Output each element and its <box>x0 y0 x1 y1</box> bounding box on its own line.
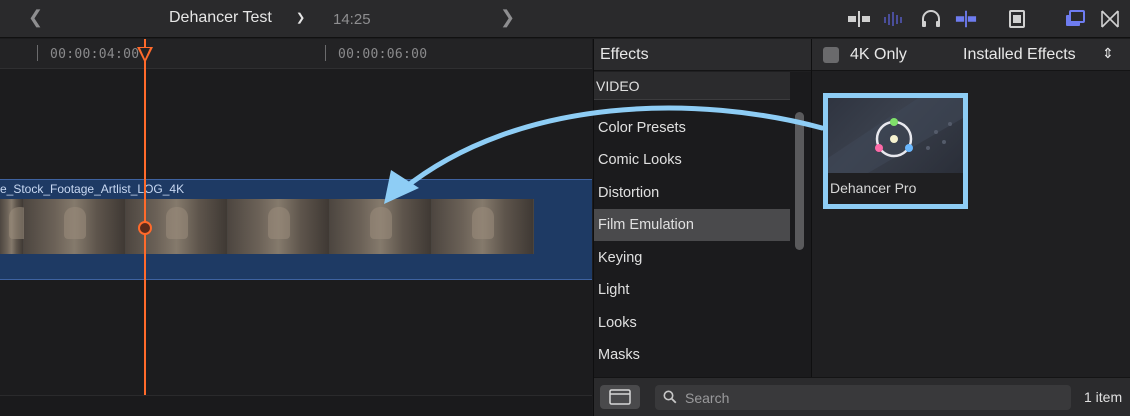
category-item-distortion[interactable]: Distortion <box>594 177 790 209</box>
category-item-color-presets[interactable]: Color Presets <box>594 112 790 144</box>
snapping-icon[interactable] <box>955 9 977 29</box>
clip-filmstrip <box>0 199 592 254</box>
project-name[interactable]: Dehancer Test <box>169 9 272 27</box>
playhead-handle-inner <box>140 48 150 59</box>
search-box[interactable] <box>655 385 1071 410</box>
category-item-looks[interactable]: Looks <box>594 307 790 339</box>
category-item-comic-looks[interactable]: Comic Looks <box>594 144 790 176</box>
category-scrollbar[interactable] <box>795 112 804 250</box>
browser-toggle-icon[interactable] <box>1064 9 1086 29</box>
chevron-down-icon[interactable]: ❯ <box>296 11 305 24</box>
item-count: 1 item <box>1084 389 1123 405</box>
transitions-browser-icon[interactable] <box>1099 9 1121 29</box>
category-item-film-emulation[interactable]: Film Emulation <box>594 209 790 241</box>
ruler-tick <box>325 45 326 61</box>
back-arrow-icon[interactable]: ❮ <box>28 7 43 28</box>
timeline[interactable]: 00:00:04:00 00:00:06:00 e_Stock_Footage_… <box>0 39 592 416</box>
updown-chevron-icon[interactable]: ⇕ <box>1102 45 1114 62</box>
clip-frame <box>330 199 432 254</box>
clip-frame <box>24 199 126 254</box>
effect-name: Dehancer Pro <box>830 180 917 196</box>
project-duration: 14:25 <box>333 11 371 28</box>
clip-frame <box>432 199 534 254</box>
clip-frame <box>228 199 330 254</box>
effect-thumbnail <box>828 98 963 173</box>
search-input[interactable] <box>685 388 1055 407</box>
ruler-tick <box>37 45 38 61</box>
search-icon <box>663 390 677 404</box>
timeline-footer <box>0 395 592 416</box>
category-section-header[interactable]: VIDEO <box>594 72 790 100</box>
sidebar-icon <box>609 389 631 405</box>
sidebar-toggle-button[interactable] <box>600 385 640 409</box>
clip-frame <box>0 199 32 254</box>
headphones-icon[interactable] <box>920 9 942 29</box>
effects-header: Effects 4K Only Installed Effects ⇕ <box>594 39 1130 71</box>
ruler-timecode: 00:00:04:00 <box>50 47 140 62</box>
timeline-ruler[interactable]: 00:00:04:00 00:00:06:00 <box>0 39 592 69</box>
clip-appearance-icon[interactable] <box>1006 9 1028 29</box>
category-item-light[interactable]: Light <box>594 274 790 306</box>
video-clip[interactable]: e_Stock_Footage_Artlist_LOG_4K <box>0 179 592 280</box>
effects-category-list: VIDEO Color Presets Comic Looks Distorti… <box>594 72 811 377</box>
skimming-icon[interactable] <box>848 9 870 29</box>
effects-title: Effects <box>600 46 649 63</box>
effects-browser: Effects 4K Only Installed Effects ⇕ VIDE… <box>593 39 1130 416</box>
effect-item-dehancer-pro[interactable]: Dehancer Pro <box>823 93 968 209</box>
forward-arrow-icon[interactable]: ❯ <box>500 7 515 28</box>
ruler-timecode: 00:00:06:00 <box>338 47 428 62</box>
four-k-only-label[interactable]: 4K Only <box>850 46 907 64</box>
dehancer-logo-icon <box>828 98 963 173</box>
effects-footer: 1 item <box>594 377 1130 416</box>
installed-effects-select[interactable]: Installed Effects <box>963 46 1076 64</box>
top-toolbar: ❮ Dehancer Test ❯ 14:25 ❯ <box>0 0 1130 38</box>
audio-skimming-icon[interactable] <box>883 9 905 29</box>
four-k-only-checkbox[interactable] <box>823 47 839 63</box>
clip-name: e_Stock_Footage_Artlist_LOG_4K <box>0 182 185 196</box>
category-item-masks[interactable]: Masks <box>594 339 790 371</box>
section-title: VIDEO <box>596 78 640 94</box>
category-item-keying[interactable]: Keying <box>594 242 790 274</box>
playhead-clip-marker <box>138 221 152 235</box>
effects-grid: Dehancer Pro <box>812 72 1130 377</box>
playhead[interactable] <box>144 39 146 395</box>
